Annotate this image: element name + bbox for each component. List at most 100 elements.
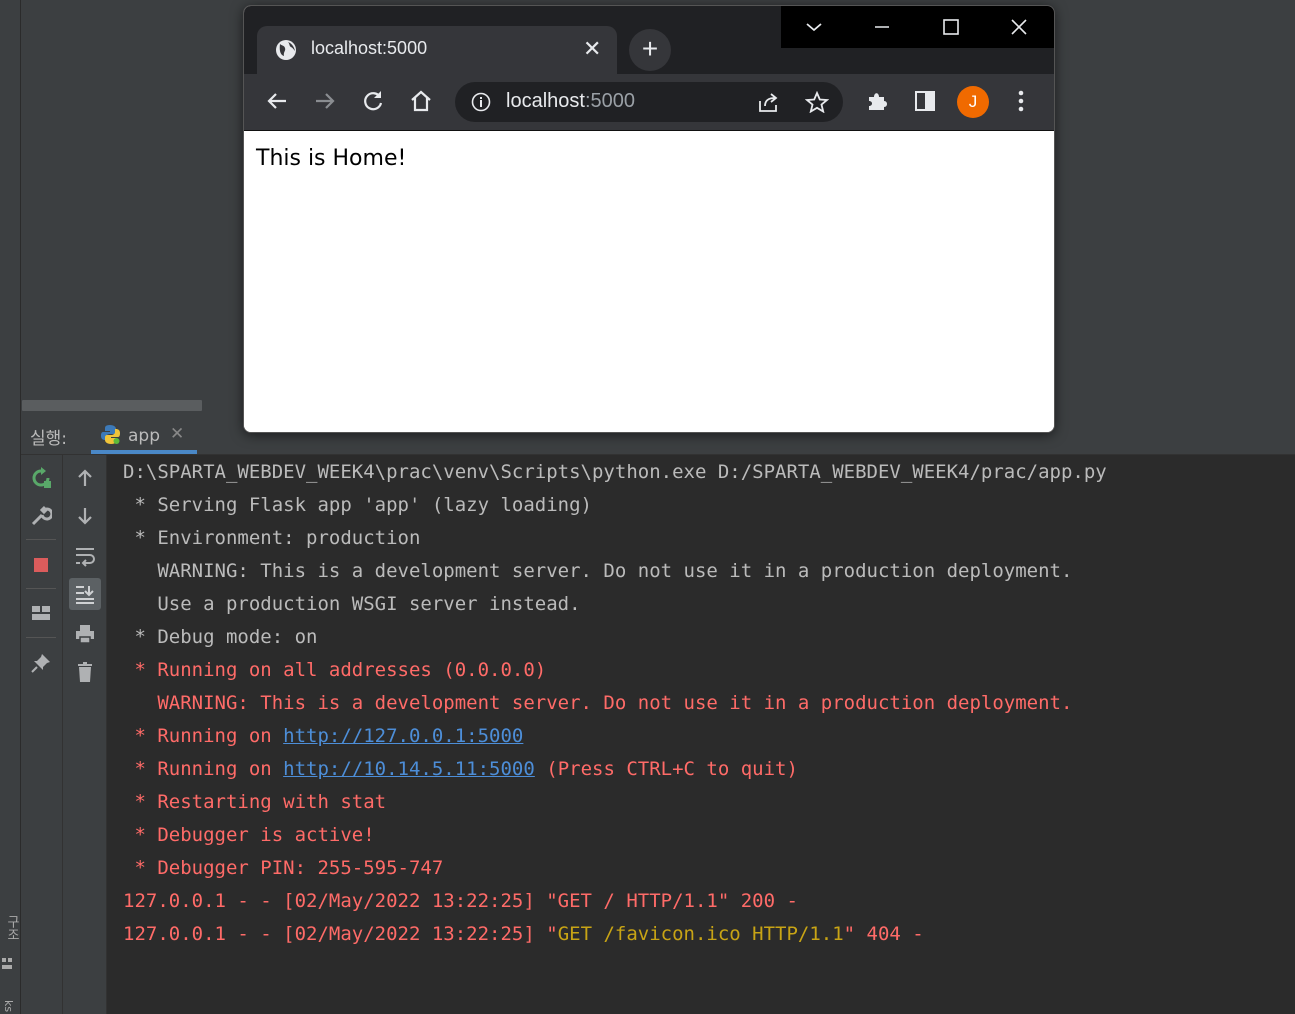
console-text: (Press CTRL+C to quit) (534, 758, 798, 780)
console-text: 127.0.0.1 - - [02/May/2022 13:22:25] "GE… (123, 890, 798, 912)
forward-button[interactable] (310, 86, 340, 116)
page-viewport: This is Home! (244, 131, 1054, 432)
close-icon[interactable]: ✕ (170, 424, 184, 444)
browser-window: localhost:5000 ✕ + localhost:5000 J This… (243, 5, 1055, 433)
rerun-button[interactable] (26, 463, 56, 493)
console-line: * Debugger is active! (123, 820, 375, 850)
profile-avatar[interactable]: J (957, 86, 989, 118)
extensions-button[interactable] (862, 86, 892, 116)
console-line: Use a production WSGI server instead. (123, 589, 581, 619)
layout-icon (32, 606, 50, 620)
print-button[interactable] (70, 619, 100, 649)
up-button[interactable] (70, 463, 100, 493)
console-text: Use a production WSGI server instead. (123, 593, 581, 615)
url-port: :5000 (584, 90, 635, 112)
home-button[interactable] (406, 86, 436, 116)
minimize-button[interactable] (849, 6, 915, 48)
wrench-icon (31, 505, 52, 526)
console-line: * Running on all addresses (0.0.0.0) (123, 655, 546, 685)
back-button[interactable] (262, 86, 292, 116)
url-host: localhost (506, 90, 585, 112)
run-toolbar-secondary (63, 455, 107, 1014)
console-text: * Debugger PIN: 255-595-747 (123, 857, 444, 879)
console-link[interactable]: http://127.0.0.1:5000 (283, 725, 523, 747)
more-vert-icon (1018, 90, 1024, 112)
tab-search-button[interactable] (781, 6, 847, 48)
python-icon (101, 425, 120, 444)
stop-button[interactable] (26, 550, 56, 580)
bookmarks-tool-tab[interactable]: ks (2, 1000, 15, 1012)
chevron-down-icon (806, 23, 822, 32)
reload-button[interactable] (358, 86, 388, 116)
console-text: WARNING: This is a development server. D… (123, 560, 1073, 582)
stop-icon (34, 558, 48, 572)
info-icon[interactable] (471, 92, 491, 112)
toolbar-divider (26, 539, 56, 540)
close-icon (1011, 19, 1027, 35)
side-panel-button[interactable] (910, 86, 940, 116)
console-line: * Debug mode: on (123, 622, 317, 652)
scroll-to-end-icon (76, 586, 94, 604)
soft-wrap-icon (76, 548, 95, 567)
console-link[interactable]: http://10.14.5.11:5000 (283, 758, 535, 780)
soft-wrap-button[interactable] (70, 541, 100, 571)
console-line: WARNING: This is a development server. D… (123, 556, 1072, 586)
address-bar[interactable]: localhost:5000 (455, 82, 843, 122)
globe-icon (276, 40, 296, 60)
pin-tab-button[interactable] (26, 648, 56, 678)
trash-icon (78, 662, 92, 682)
url-text: localhost:5000 (506, 90, 635, 113)
console-line: * Running on http://10.14.5.11:5000 (Pre… (123, 754, 798, 784)
run-label: 실행: (30, 429, 68, 449)
star-icon[interactable] (805, 91, 829, 113)
rerun-icon (32, 467, 51, 488)
tab-title: localhost:5000 (311, 38, 428, 58)
share-icon[interactable] (757, 91, 781, 113)
console-text: * Running on (123, 725, 284, 747)
console-text: D:\SPARTA_WEBDEV_WEEK4\prac\venv\Scripts… (123, 461, 1107, 483)
console-text: * Debug mode: on (123, 626, 318, 648)
console-line: 127.0.0.1 - - [02/May/2022 13:22:25] "GE… (123, 886, 798, 916)
clear-all-button[interactable] (70, 657, 100, 687)
toolbar-divider (26, 637, 56, 638)
page-heading-text: This is Home! (256, 146, 407, 171)
console-line: * Debugger PIN: 255-595-747 (123, 853, 443, 883)
pin-icon (31, 654, 50, 673)
run-tab-selected-indicator (91, 450, 197, 454)
structure-icon (2, 958, 12, 969)
browser-tab[interactable]: localhost:5000 ✕ (257, 26, 617, 74)
console-text: * Running on all addresses (0.0.0.0) (123, 659, 547, 681)
console-text: 127.0.0.1 - - [02/May/2022 13:22:25] " (123, 923, 558, 945)
structure-tool-tab[interactable]: 구조 (2, 915, 21, 941)
console-line: * Running on http://127.0.0.1:5000 (123, 721, 523, 751)
new-tab-button[interactable]: + (629, 29, 671, 71)
menu-button[interactable] (1006, 86, 1036, 116)
console-line: WARNING: This is a development server. D… (123, 688, 1072, 718)
close-window-button[interactable] (986, 6, 1052, 48)
reload-icon (364, 91, 383, 111)
scroll-to-end-button[interactable] (69, 578, 101, 610)
console-text: * Serving Flask app 'app' (lazy loading) (123, 494, 592, 516)
console-line: * Restarting with stat (123, 787, 386, 817)
console-line: D:\SPARTA_WEBDEV_WEEK4\prac\venv\Scripts… (123, 457, 1107, 487)
console-line: * Serving Flask app 'app' (lazy loading) (123, 490, 592, 520)
tab-close-icon[interactable]: ✕ (583, 36, 601, 62)
arrow-left-icon (267, 93, 286, 109)
arrow-down-icon (78, 508, 92, 525)
puzzle-icon (869, 93, 887, 110)
modify-config-button[interactable] (26, 501, 56, 531)
console-text: * Running on (123, 758, 284, 780)
home-icon (411, 90, 431, 112)
console-line: * Environment: production (123, 523, 420, 553)
console-text: * Debugger is active! (123, 824, 375, 846)
side-panel-icon (915, 91, 935, 111)
maximize-button[interactable] (918, 6, 984, 48)
layout-button[interactable] (26, 598, 56, 628)
horizontal-scrollbar-thumb[interactable] (22, 400, 202, 411)
ide-left-tool-strip (0, 0, 21, 1014)
browser-toolbar: localhost:5000 J (244, 74, 1054, 131)
editor-right-area (1054, 0, 1295, 378)
console-text: " 404 - (843, 923, 924, 945)
arrow-up-icon (78, 469, 92, 486)
down-button[interactable] (70, 501, 100, 531)
